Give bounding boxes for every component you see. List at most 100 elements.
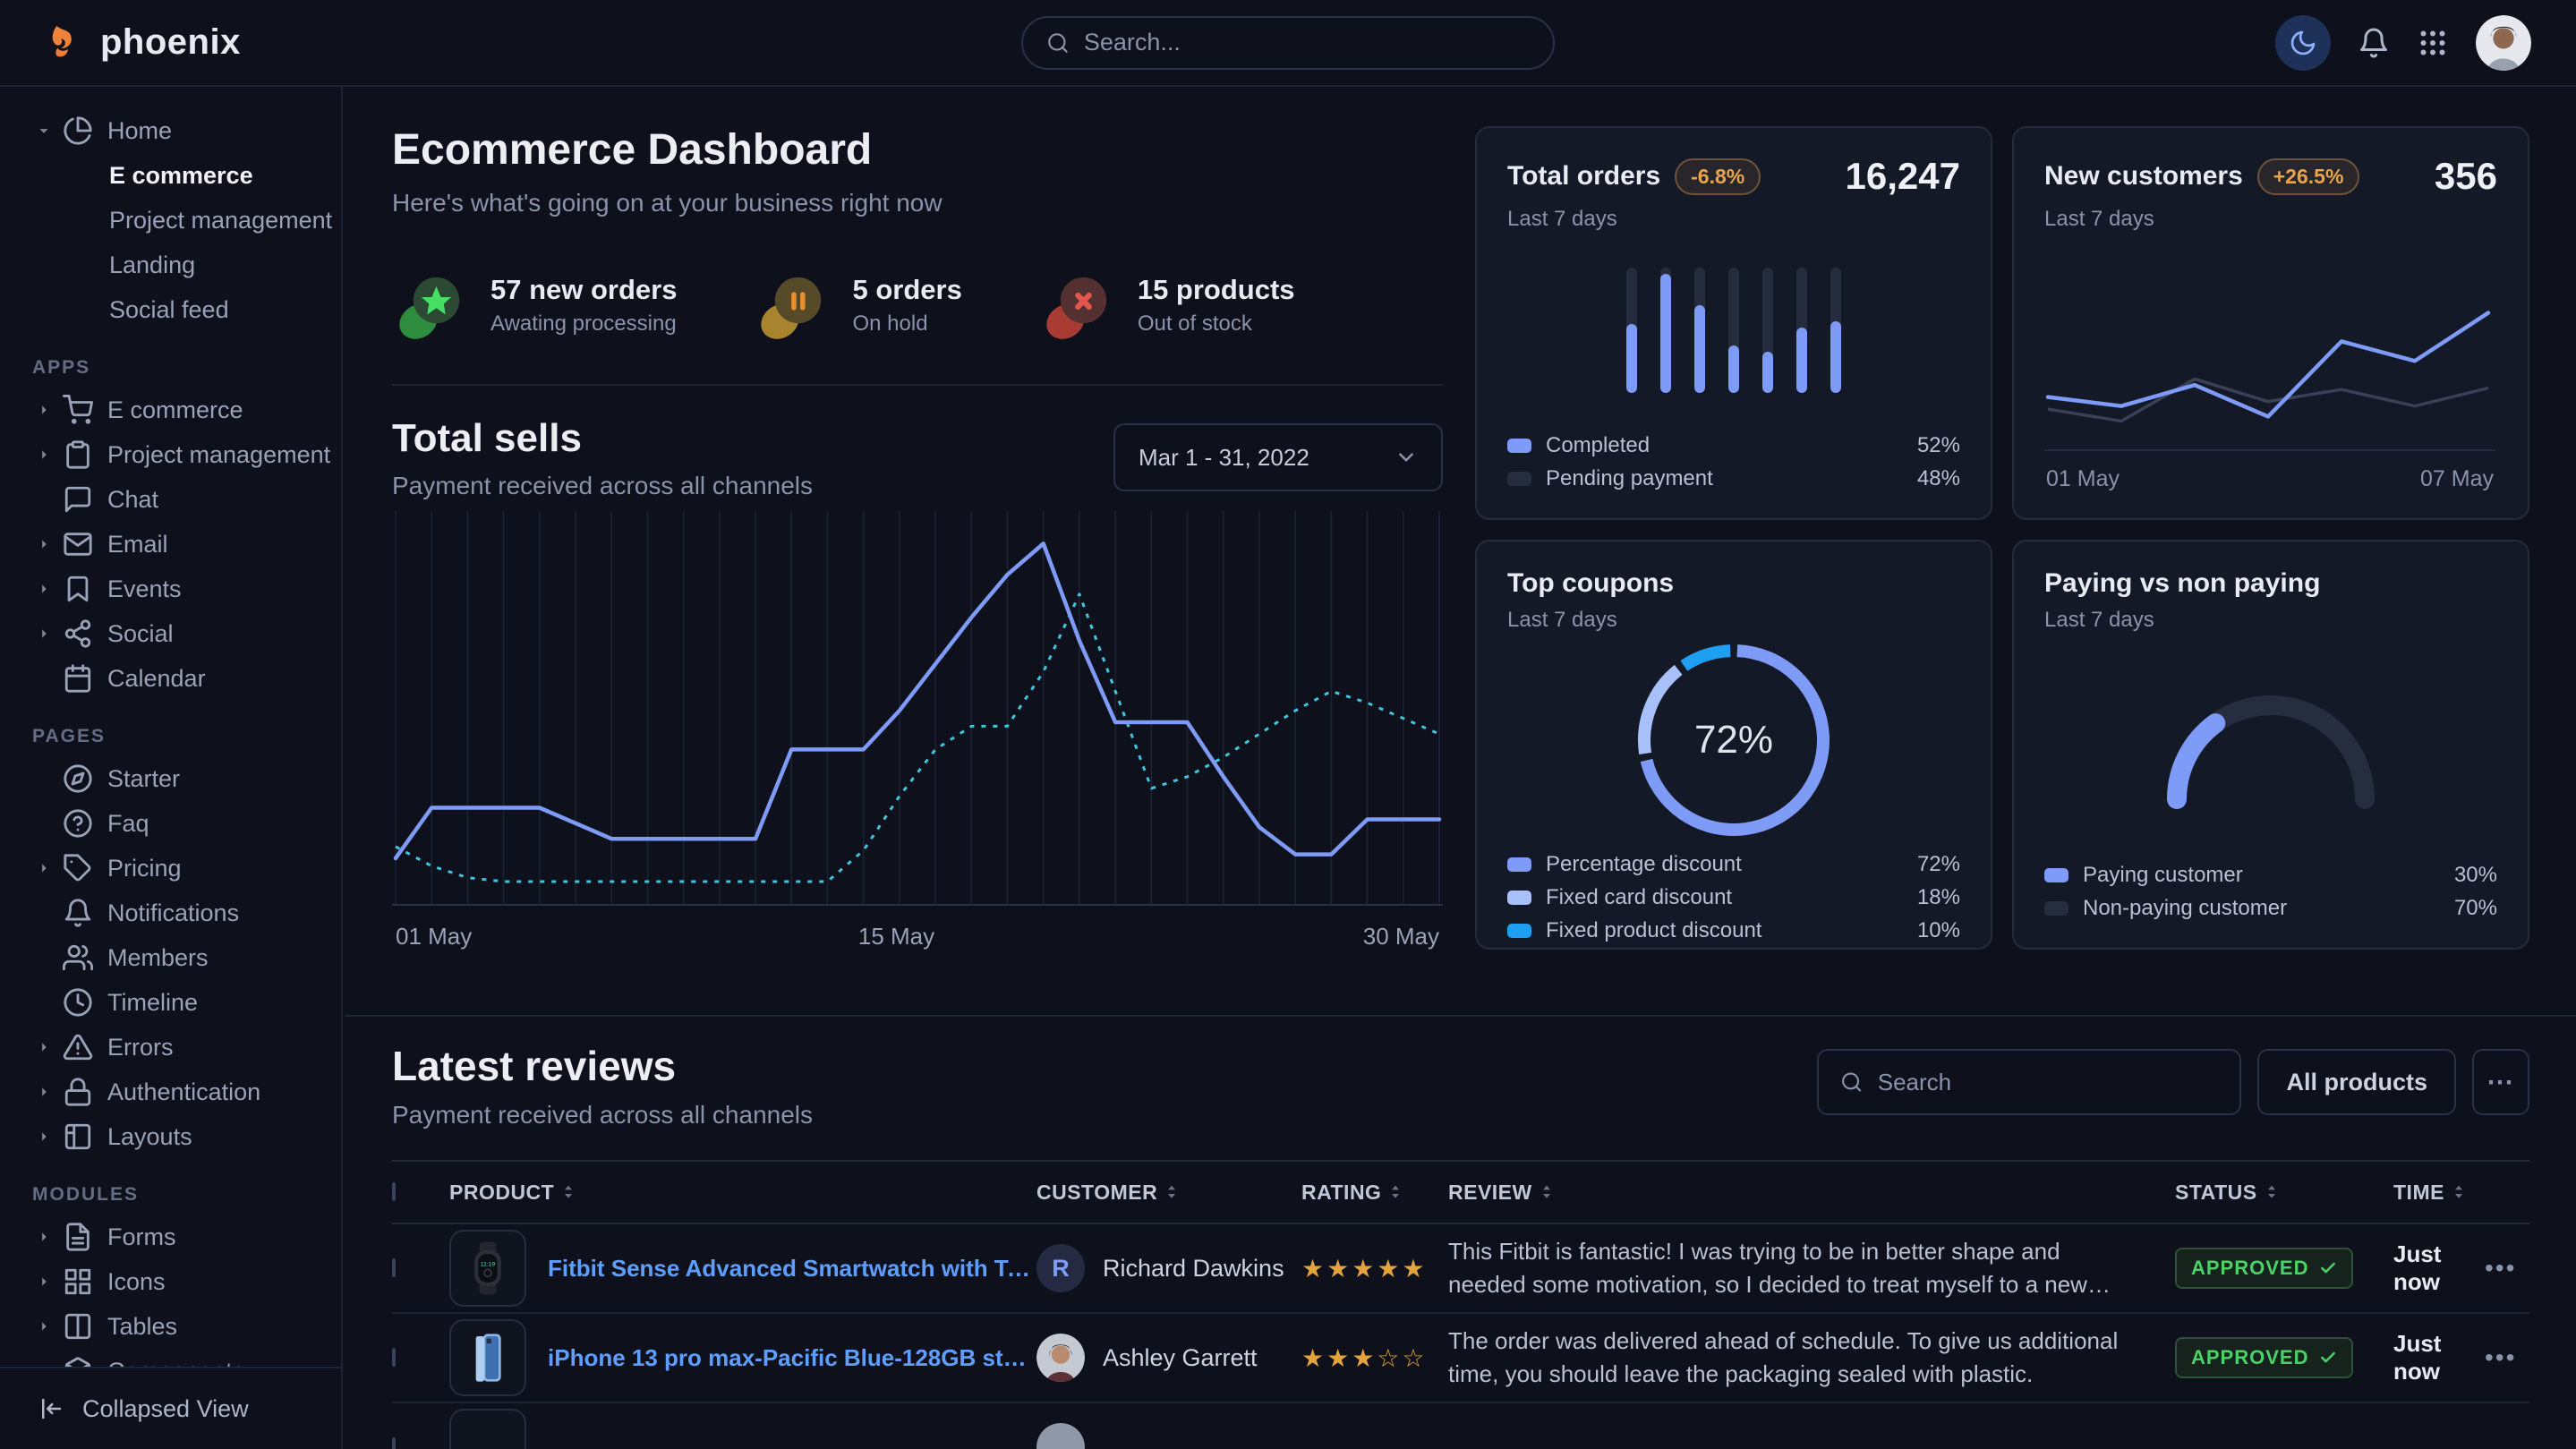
- chevron-down-icon: [1395, 446, 1418, 469]
- svg-text:15 May: 15 May: [858, 923, 934, 950]
- brand-logo[interactable]: phoenix: [45, 22, 241, 64]
- product-thumbnail[interactable]: [449, 1409, 526, 1449]
- column-header-customer[interactable]: CUSTOMER: [1036, 1181, 1301, 1205]
- global-search-input[interactable]: [1084, 29, 1530, 56]
- column-header-review[interactable]: REVIEW: [1448, 1181, 2175, 1205]
- reviews-subtitle: Payment received across all channels: [392, 1101, 813, 1129]
- sidebar-item-label: Events: [107, 575, 182, 603]
- card-period: Last 7 days: [2044, 207, 2497, 232]
- svg-text:11:19: 11:19: [481, 1261, 495, 1267]
- sidebar-item-members[interactable]: Members: [0, 935, 341, 980]
- sidebar-item-errors[interactable]: Errors: [0, 1025, 341, 1070]
- sidebar-item-authentication[interactable]: Authentication: [0, 1070, 341, 1114]
- product-thumbnail[interactable]: [449, 1319, 526, 1396]
- sidebar-item-forms[interactable]: Forms: [0, 1215, 341, 1259]
- calendar-icon: [63, 663, 93, 694]
- cart-icon: [63, 395, 93, 425]
- row-checkbox[interactable]: [392, 1348, 396, 1367]
- sidebar-subitem-project-management[interactable]: Project management: [0, 198, 341, 243]
- column-header-product[interactable]: PRODUCT: [449, 1181, 1036, 1205]
- row-actions-button[interactable]: •••: [2485, 1343, 2516, 1371]
- sidebar-item-email[interactable]: Email: [0, 522, 341, 567]
- sidebar-subitem-landing[interactable]: Landing: [0, 243, 341, 287]
- donut-center-label: 72%: [1694, 718, 1773, 763]
- theme-toggle-button[interactable]: [2275, 15, 2331, 71]
- sidebar-item-project-management[interactable]: Project management: [0, 432, 341, 477]
- sidebar-item-icons[interactable]: Icons: [0, 1259, 341, 1304]
- more-options-button[interactable]: ⋯: [2472, 1049, 2529, 1115]
- alert-icon: [63, 1032, 93, 1062]
- sidebar-item-components[interactable]: Components: [0, 1349, 341, 1367]
- kpi-cards: Total orders -6.8% 16,247 Last 7 days Co…: [1475, 126, 2529, 956]
- sidebar-subitem-social-feed[interactable]: Social feed: [0, 287, 341, 332]
- sidebar-subitem-e-commerce[interactable]: E commerce: [0, 153, 341, 198]
- sidebar-item-layouts[interactable]: Layouts: [0, 1114, 341, 1159]
- quick-stats: 57 new orders Awating processing 5 order…: [392, 264, 1443, 346]
- avatar-initial: R: [1052, 1255, 1070, 1283]
- sidebar-item-label: Components: [107, 1358, 244, 1368]
- collapse-sidebar-button[interactable]: Collapsed View: [0, 1367, 341, 1449]
- row-actions-button[interactable]: •••: [2485, 1254, 2516, 1282]
- date-range-select[interactable]: Mar 1 - 31, 2022: [1113, 423, 1443, 491]
- sidebar-item-events[interactable]: Events: [0, 567, 341, 611]
- sidebar-item-calendar[interactable]: Calendar: [0, 656, 341, 701]
- sidebar-item-starter[interactable]: Starter: [0, 756, 341, 801]
- sidebar-item-faq[interactable]: Faq: [0, 801, 341, 846]
- card-period: Last 7 days: [1507, 207, 1960, 232]
- layout-icon: [63, 1121, 93, 1152]
- paying-card: Paying vs non paying Last 7 days Paying …: [2012, 540, 2529, 950]
- sidebar-item-notifications[interactable]: Notifications: [0, 891, 341, 935]
- all-products-button[interactable]: All products: [2257, 1049, 2456, 1115]
- card-title: Paying vs non paying: [2044, 568, 2320, 599]
- top-coupons-card: Top coupons Last 7 days 72% Percentage d…: [1475, 540, 1992, 950]
- reviews-search[interactable]: [1817, 1049, 2241, 1115]
- column-header-rating[interactable]: RATING: [1301, 1181, 1448, 1205]
- caret-right-icon: [34, 400, 54, 420]
- card-value: 16,247: [1846, 155, 1960, 198]
- sidebar-item-label: Icons: [107, 1268, 166, 1296]
- user-avatar[interactable]: [2476, 15, 2531, 71]
- coupons-donut-chart: 72%: [1507, 633, 1960, 848]
- search-icon: [1840, 1070, 1863, 1095]
- main-content: Ecommerce Dashboard Here's what's going …: [345, 87, 2576, 1449]
- caret-right-icon: [34, 1272, 54, 1291]
- notifications-button[interactable]: [2358, 27, 2390, 59]
- apps-menu-button[interactable]: [2417, 27, 2449, 59]
- latest-reviews-section: Latest reviews Payment received across a…: [392, 1017, 2529, 1449]
- stat-red: 15 products Out of stock: [1039, 266, 1295, 345]
- sidebar-item-e-commerce[interactable]: E commerce: [0, 388, 341, 432]
- brand-name: phoenix: [100, 22, 241, 63]
- sidebar-item-home[interactable]: Home: [0, 108, 341, 153]
- customer-name: Ashley Garrett: [1103, 1344, 1258, 1372]
- legend-swatch: [2044, 901, 2068, 916]
- svg-text:07 May: 07 May: [2420, 466, 2494, 491]
- sidebar-item-chat[interactable]: Chat: [0, 477, 341, 522]
- caret-right-icon: [34, 1082, 54, 1102]
- legend-label: Fixed product discount: [1546, 918, 1761, 943]
- column-header-time[interactable]: TIME: [2393, 1181, 2485, 1205]
- iphone-thumbnail: [459, 1329, 516, 1386]
- product-thumbnail[interactable]: 11:19: [449, 1230, 526, 1307]
- total-sells-chart: 01 May 15 May 30 May: [392, 504, 1443, 956]
- select-all-checkbox[interactable]: [392, 1182, 396, 1201]
- card-period: Last 7 days: [1507, 608, 1960, 633]
- stat-green: 57 new orders Awating processing: [392, 266, 677, 345]
- avatar-photo: [2476, 15, 2531, 71]
- row-checkbox[interactable]: [392, 1258, 396, 1277]
- moon-icon: [2289, 29, 2317, 57]
- sidebar-item-label: Layouts: [107, 1123, 192, 1151]
- review-text: The order was delivered ahead of schedul…: [1448, 1325, 2175, 1391]
- card-value: 356: [2435, 155, 2497, 198]
- product-link[interactable]: iPhone 13 pro max-Pacific Blue-128GB sto…: [548, 1344, 1036, 1372]
- sidebar-item-timeline[interactable]: Timeline: [0, 980, 341, 1025]
- order-bar: [1762, 268, 1773, 393]
- sidebar-item-pricing[interactable]: Pricing: [0, 846, 341, 891]
- legend-row: Completed 52%: [1507, 429, 1960, 462]
- product-link[interactable]: Fitbit Sense Advanced Smartwatch with To…: [548, 1255, 1036, 1283]
- reviews-search-input[interactable]: [1878, 1069, 2219, 1096]
- sidebar-item-social[interactable]: Social: [0, 611, 341, 656]
- global-search[interactable]: [1021, 16, 1555, 70]
- column-header-status[interactable]: STATUS: [2175, 1181, 2393, 1205]
- sidebar-item-tables[interactable]: Tables: [0, 1304, 341, 1349]
- row-checkbox[interactable]: [392, 1437, 396, 1449]
